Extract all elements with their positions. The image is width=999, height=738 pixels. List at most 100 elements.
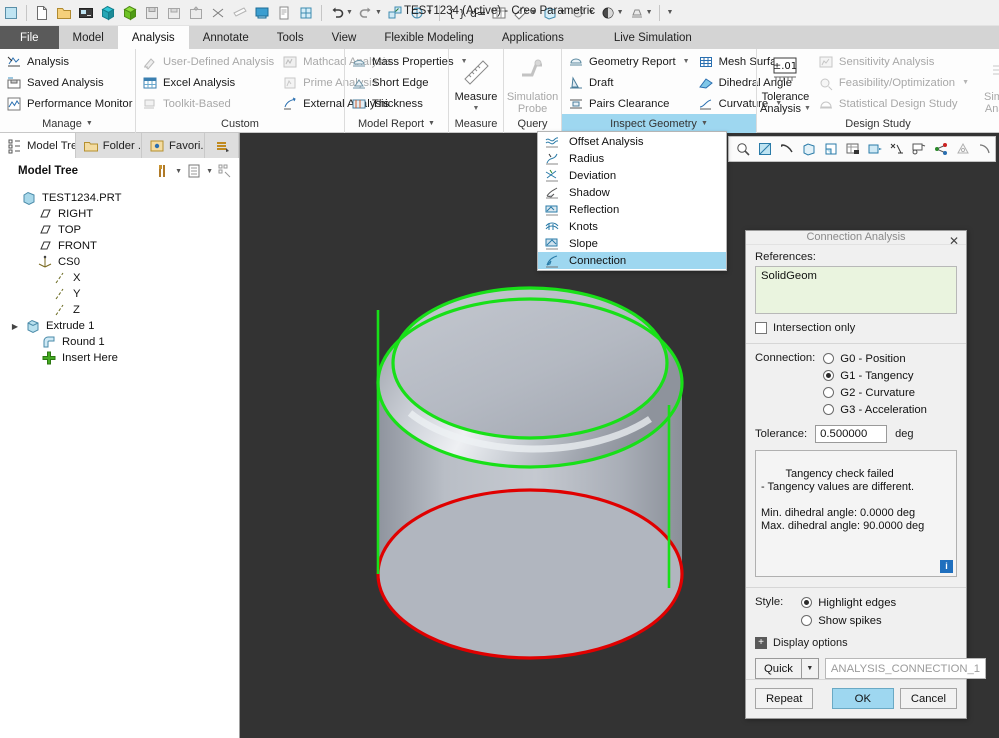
tab-annotate[interactable]: Annotate <box>189 26 263 49</box>
tab-live-simulation[interactable]: Live Simulation <box>578 26 728 49</box>
perspective-icon[interactable] <box>952 139 973 160</box>
undo-icon[interactable] <box>327 3 347 23</box>
ribbon-group-manage-label[interactable]: Manage ▼ <box>0 114 135 133</box>
tree-item-extrude-1[interactable]: ▶ Extrude 1 <box>6 318 239 334</box>
tolerance-analysis-button[interactable]: ±.01 Tolerance Analysis ▼ <box>760 51 811 115</box>
chevron-down-icon[interactable]: ▼ <box>617 9 624 16</box>
tab-view[interactable]: View <box>318 26 371 49</box>
repaint-icon[interactable] <box>754 139 775 160</box>
tree-filter-icon[interactable] <box>217 163 233 179</box>
tree-item-top[interactable]: TOP <box>6 222 239 238</box>
menu-item-radius[interactable]: Radius <box>538 150 726 167</box>
tree-item-cs0[interactable]: CS0 <box>6 254 239 270</box>
parameters-icon[interactable]: { } <box>445 3 465 23</box>
tools-icon[interactable] <box>155 163 171 179</box>
radio-g1-tangency[interactable]: G1 - Tangency <box>823 368 927 383</box>
tree-item-insert-here[interactable]: Insert Here <box>6 350 239 366</box>
layers-icon[interactable] <box>908 139 929 160</box>
dialog-title-bar[interactable]: Connection Analysis ✕ <box>746 231 966 248</box>
close-icon[interactable] <box>208 3 228 23</box>
measure-icon[interactable] <box>511 3 531 23</box>
menu-item-connection[interactable]: Connection <box>538 252 726 269</box>
tab-file[interactable]: File <box>0 26 59 49</box>
print-icon[interactable] <box>230 3 250 23</box>
overflow-icon[interactable]: ▼ <box>667 9 674 16</box>
tolerance-input[interactable]: 0.500000 <box>815 425 888 444</box>
radio-button[interactable] <box>801 615 813 627</box>
menu-item-slope[interactable]: Slope <box>538 235 726 252</box>
chevron-down-icon[interactable]: ▼ <box>588 9 595 16</box>
intersection-only-checkbox[interactable] <box>755 321 767 334</box>
menu-item-shadow[interactable]: Shadow <box>538 184 726 201</box>
table-icon[interactable] <box>489 3 509 23</box>
spin-center-icon[interactable] <box>776 139 797 160</box>
view-style-icon[interactable] <box>820 139 841 160</box>
view-manager-icon[interactable] <box>864 139 885 160</box>
tab-flexible-modeling[interactable]: Flexible Modeling <box>370 26 488 49</box>
expand-icon[interactable]: + <box>755 637 767 650</box>
radio-button[interactable] <box>801 597 813 609</box>
save-as-icon[interactable] <box>120 3 140 23</box>
display-list-icon[interactable] <box>186 163 202 179</box>
chevron-down-icon[interactable]: ▼ <box>559 9 566 16</box>
ribbon-item-performance-monitor[interactable]: Performance Monitor <box>3 93 137 114</box>
chevron-down-icon[interactable]: ▼ <box>426 9 433 16</box>
radio-g3-acceleration[interactable]: G3 - Acceleration <box>823 402 927 417</box>
close-icon[interactable]: ✕ <box>947 234 961 248</box>
chevron-down-icon[interactable]: ▼ <box>206 168 213 175</box>
save-a-copy-icon[interactable] <box>142 3 162 23</box>
ribbon-item-analysis[interactable]: Analysis <box>3 51 137 72</box>
radio-show-spikes[interactable]: Show spikes <box>801 613 896 628</box>
ribbon-group-model-report-label[interactable]: Model Report ▼ <box>345 114 448 133</box>
annotation-display-icon[interactable] <box>886 139 907 160</box>
tree-item-axis-y[interactable]: Y <box>6 286 239 302</box>
menu-item-reflection[interactable]: Reflection <box>538 201 726 218</box>
nav-tab-favorites[interactable]: Favori... <box>142 133 206 158</box>
measure-button[interactable]: Measure ▼ <box>452 51 500 115</box>
ok-button[interactable]: OK <box>831 688 894 710</box>
open-from-session-icon[interactable] <box>76 3 96 23</box>
menu-item-knots[interactable]: Knots <box>538 218 726 235</box>
tree-item-axis-x[interactable]: X <box>6 270 239 286</box>
ribbon-item-draft[interactable]: Draft <box>565 72 695 93</box>
radio-button[interactable] <box>823 353 835 365</box>
chevron-down-icon[interactable]: ▼ <box>804 103 811 115</box>
radio-g0-position[interactable]: G0 - Position <box>823 351 927 366</box>
chevron-down-icon[interactable]: ▼ <box>530 9 537 16</box>
tree-item-round-1[interactable]: Round 1 <box>6 334 239 350</box>
chevron-down-icon[interactable]: ▼ <box>683 58 690 65</box>
tab-applications[interactable]: Applications <box>488 26 578 49</box>
save-backup-icon[interactable] <box>164 3 184 23</box>
save-backup2-icon[interactable] <box>186 3 206 23</box>
save-icon[interactable] <box>98 3 118 23</box>
open-file-icon[interactable] <box>54 3 74 23</box>
nav-tab-folder-browser[interactable]: Folder ... <box>75 133 143 158</box>
chevron-down-icon[interactable]: ▼ <box>473 103 480 115</box>
appearance-gallery-icon[interactable] <box>930 139 951 160</box>
new-file-icon[interactable] <box>32 3 52 23</box>
saved-views-icon[interactable] <box>842 139 863 160</box>
radio-button[interactable] <box>823 370 835 382</box>
chevron-down-icon[interactable]: ▼ <box>801 658 819 680</box>
ribbon-item-excel-analysis[interactable]: Excel Analysis <box>139 72 279 93</box>
ribbon-item-pairs-clearance[interactable]: Pairs Clearance <box>565 93 695 114</box>
export-icon[interactable] <box>274 3 294 23</box>
nav-tab-layers[interactable] <box>205 133 239 158</box>
tab-model[interactable]: Model <box>59 26 118 49</box>
ribbon-item-saved-analysis[interactable]: Saved Analysis <box>3 72 137 93</box>
repaint-icon[interactable] <box>385 3 405 23</box>
repeat-button[interactable]: Repeat <box>755 688 814 710</box>
redo-icon[interactable] <box>356 3 376 23</box>
radio-g2-curvature[interactable]: G2 - Curvature <box>823 385 927 400</box>
chevron-down-icon[interactable]: ▼ <box>346 9 353 16</box>
tree-expander[interactable]: ▶ <box>10 322 20 331</box>
analysis-mode-combo[interactable]: Quick ▼ <box>755 658 819 680</box>
regenerate-icon[interactable] <box>296 3 316 23</box>
appearance-icon[interactable] <box>569 3 589 23</box>
nav-tab-model-tree[interactable]: Model Tree <box>0 133 76 158</box>
erase-icon[interactable] <box>252 3 272 23</box>
radio-highlight-edges[interactable]: Highlight edges <box>801 595 896 610</box>
new-window-icon[interactable] <box>1 3 21 23</box>
display-options-row[interactable]: + Display options <box>746 628 966 650</box>
datum-display-icon[interactable] <box>798 139 819 160</box>
